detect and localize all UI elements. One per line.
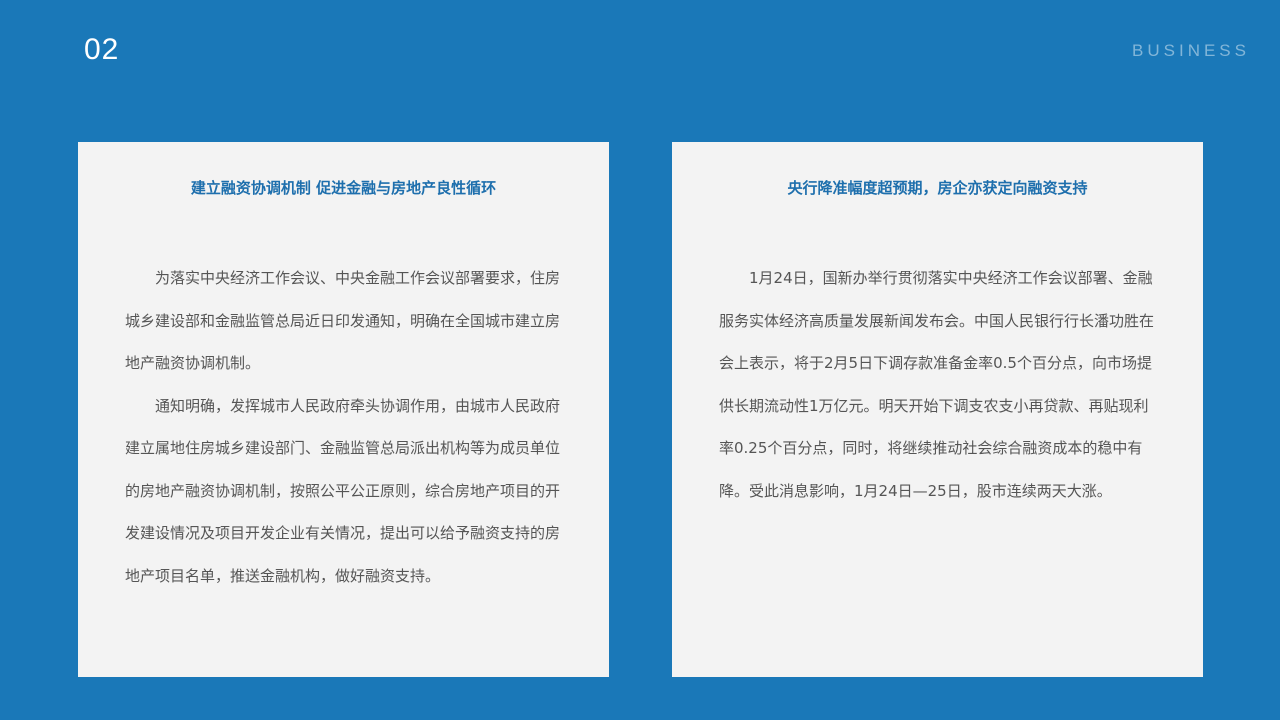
news-card-financing-mechanism: 建立融资协调机制 促进金融与房地产良性循环 为落实中央经济工作会议、中央金融工作… [78, 142, 609, 677]
slide-number: 02 [84, 33, 120, 66]
section-tag: BUSINESS [1132, 41, 1250, 60]
card-paragraph: 通知明确，发挥城市人民政府牵头协调作用，由城市人民政府建立属地住房城乡建设部门、… [125, 396, 561, 585]
card-paragraph: 为落实中央经济工作会议、中央金融工作会议部署要求，住房城乡建设部和金融监管总局近… [125, 269, 561, 372]
card-paragraph: 1月24日，国新办举行贯彻落实中央经济工作会议部署、金融服务实体经济高质量发展新… [719, 269, 1155, 500]
card-title: 建立融资协调机制 促进金融与房地产良性循环 [190, 179, 497, 197]
card-body: 1月24日，国新办举行贯彻落实中央经济工作会议部署、金融服务实体经济高质量发展新… [719, 257, 1159, 512]
card-body: 为落实中央经济工作会议、中央金融工作会议部署要求，住房城乡建设部和金融监管总局近… [125, 257, 565, 597]
news-card-rrr-cut: 央行降准幅度超预期，房企亦获定向融资支持 1月24日，国新办举行贯彻落实中央经济… [672, 142, 1203, 677]
card-title: 央行降准幅度超预期，房企亦获定向融资支持 [787, 179, 1088, 197]
